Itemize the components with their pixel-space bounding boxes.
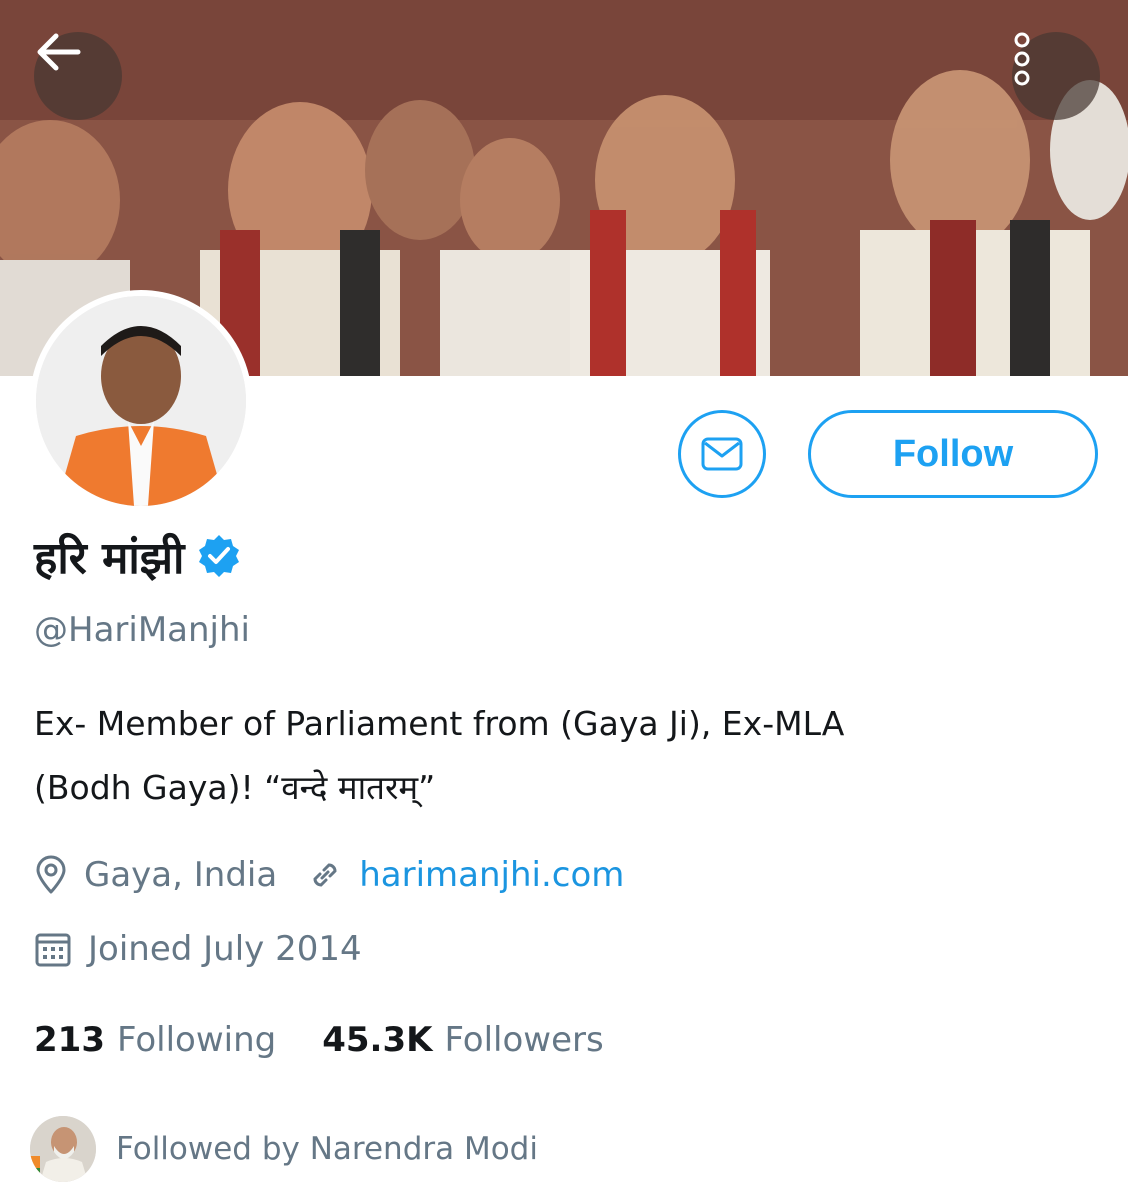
message-button[interactable]	[678, 410, 766, 498]
follower-avatar	[30, 1116, 96, 1182]
follow-button[interactable]: Follow	[808, 410, 1098, 498]
profile-meta-row: Gaya, India harimanjhi.com	[34, 850, 624, 900]
profile-joined-date: Joined July 2014	[88, 929, 362, 969]
calendar-icon	[34, 930, 72, 968]
back-button[interactable]	[34, 32, 122, 120]
followed-by-text: Followed by Narendra Modi	[116, 1131, 538, 1167]
followers-count: 45.3K	[322, 1020, 433, 1060]
envelope-icon	[700, 436, 744, 472]
profile-stats: 213 Following 45.3K Followers	[34, 1014, 604, 1066]
following-stat[interactable]: 213 Following	[34, 1020, 276, 1060]
followed-by-row[interactable]: Followed by Narendra Modi	[30, 1114, 538, 1184]
profile-handle: @HariManjhi	[34, 610, 250, 650]
display-name: हरि मांझी	[34, 533, 185, 584]
profile-bio: Ex- Member of Parliament from (Gaya Ji),…	[34, 692, 1064, 820]
verified-badge-icon	[196, 533, 242, 579]
profile-avatar[interactable]	[30, 290, 252, 512]
link-icon	[307, 857, 343, 893]
profile-website-link[interactable]: harimanjhi.com	[359, 855, 624, 895]
profile-name-row: हरि मांझी	[34, 524, 242, 588]
bio-line: Ex- Member of Parliament from (Gaya Ji),…	[34, 704, 845, 743]
bio-line: (Bodh Gaya)! “वन्दे मातरम्”	[34, 768, 436, 807]
followers-label: Followers	[444, 1020, 604, 1060]
location-pin-icon	[34, 855, 68, 895]
profile-joined-row: Joined July 2014	[34, 924, 362, 974]
profile-location: Gaya, India	[84, 855, 278, 895]
more-options-button[interactable]	[1012, 32, 1100, 120]
following-label: Following	[116, 1020, 277, 1060]
following-count: 213	[34, 1020, 105, 1060]
avatar-photo	[36, 296, 246, 506]
followers-stat[interactable]: 45.3K Followers	[322, 1020, 604, 1060]
